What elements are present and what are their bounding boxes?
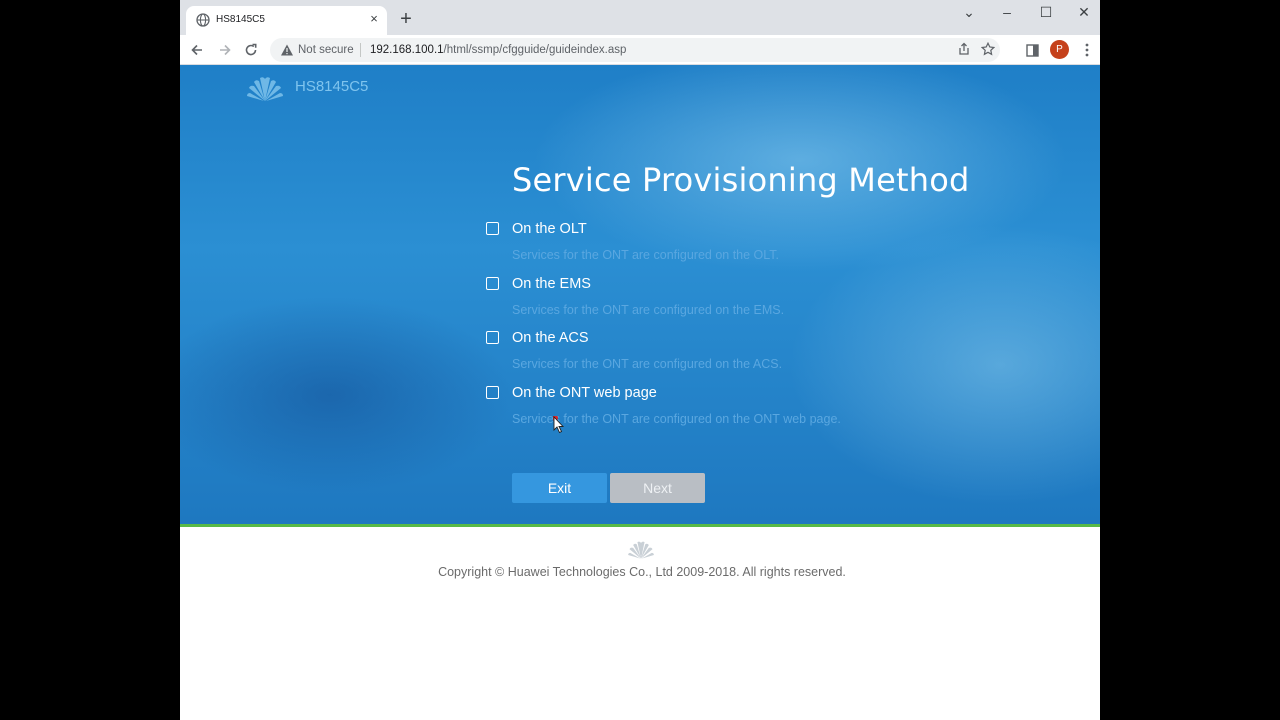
device-model: HS8145C5 [295,78,369,95]
tab-strip: HS8145C5 × + ⌄ – ☐ ✕ [180,0,1100,35]
checkbox-acs[interactable] [486,331,499,344]
url-text[interactable]: 192.168.100.1/html/ssmp/cfgguide/guidein… [370,44,626,56]
address-bar[interactable]: Not secure 192.168.100.1/html/ssmp/cfggu… [270,38,1000,62]
back-icon[interactable] [186,39,208,61]
divider [360,43,361,57]
option-label[interactable]: On the ACS [512,330,589,346]
star-icon[interactable] [980,41,996,58]
reload-icon[interactable] [240,39,262,61]
security-status[interactable]: Not secure [298,44,354,56]
option-description: Services for the ONT are configured on t… [512,248,780,262]
copyright-text: Copyright © Huawei Technologies Co., Ltd… [438,565,846,579]
checkbox-olt[interactable] [486,222,499,235]
checkbox-ems[interactable] [486,277,499,290]
forward-icon[interactable] [214,39,236,61]
accent-divider [180,524,1100,527]
browser-window: HS8145C5 × + ⌄ – ☐ ✕ Not secure 192.168.… [180,0,1100,720]
url-path: /html/ssmp/cfgguide/guideindex.asp [443,44,627,56]
close-icon[interactable]: × [366,11,382,27]
tab-search-icon[interactable]: ⌄ [950,0,988,24]
browser-toolbar: Not secure 192.168.100.1/html/ssmp/cfggu… [180,35,1100,65]
cursor-icon [553,416,565,434]
option-description: Services for the ONT are configured on t… [512,357,783,371]
window-close-icon[interactable]: ✕ [1065,0,1100,24]
profile-avatar[interactable]: P [1050,40,1069,59]
page-title: Service Provisioning Method [512,161,970,199]
huawei-logo-icon [247,77,283,101]
option-label[interactable]: On the ONT web page [512,385,657,401]
option-label[interactable]: On the EMS [512,276,591,292]
next-button[interactable]: Next [610,473,705,503]
tab-title: HS8145C5 [216,14,265,25]
globe-icon [196,13,210,27]
minimize-icon[interactable]: – [988,0,1026,24]
exit-button[interactable]: Exit [512,473,607,503]
browser-tab[interactable]: HS8145C5 × [186,6,387,35]
plus-icon[interactable]: + [395,8,417,30]
maximize-icon[interactable]: ☐ [1027,0,1065,24]
checkbox-ont-web-page[interactable] [486,386,499,399]
provisioning-panel: HS8145C5 Service Provisioning Method On … [180,65,1100,524]
share-icon[interactable] [956,42,972,58]
menu-icon[interactable] [1076,39,1098,61]
option-description: Services for the ONT are configured on t… [512,303,785,317]
url-host: 192.168.100.1 [370,44,444,56]
side-panel-icon[interactable] [1021,39,1043,61]
warning-icon [281,44,293,56]
option-label[interactable]: On the OLT [512,221,587,237]
huawei-logo-icon [628,541,654,559]
